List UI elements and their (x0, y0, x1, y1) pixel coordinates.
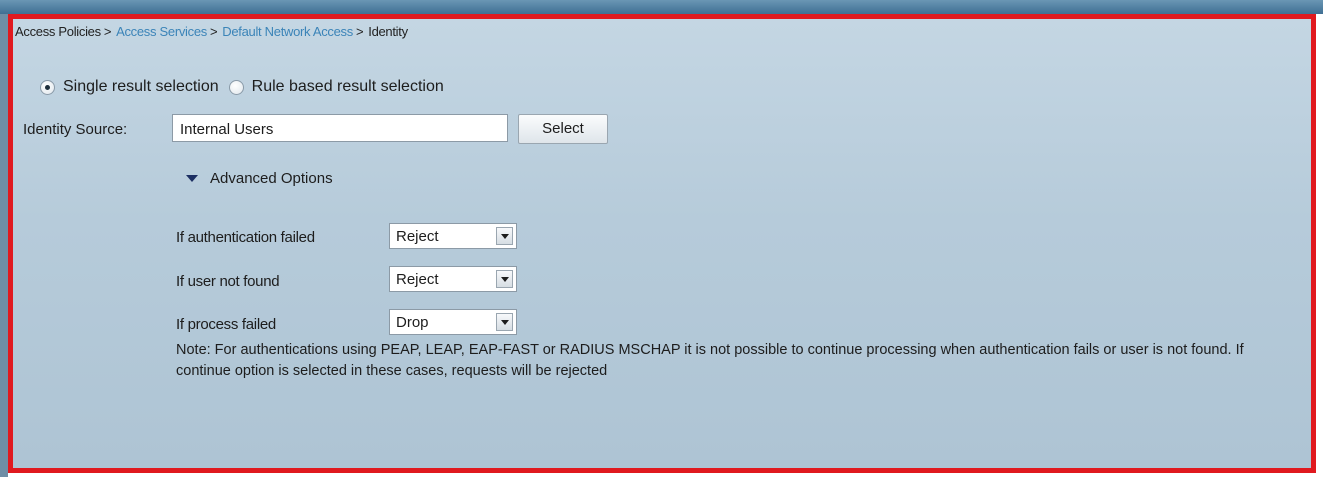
advanced-options-label: Advanced Options (210, 170, 333, 187)
advanced-options-toggle[interactable]: Advanced Options (186, 170, 333, 187)
breadcrumb-separator: > (209, 24, 218, 39)
identity-source-label: Identity Source: (23, 121, 128, 138)
window-left-edge (0, 14, 8, 477)
breadcrumb-default-network-access[interactable]: Default Network Access (222, 24, 353, 39)
advanced-options-note: Note: For authentications using PEAP, LE… (176, 342, 1244, 379)
dropdown-arrow-icon[interactable] (496, 227, 513, 245)
user-not-found-value: Reject (396, 271, 439, 288)
user-not-found-label: If user not found (176, 273, 280, 290)
single-result-radio[interactable] (40, 79, 55, 95)
expand-triangle-icon (186, 175, 198, 182)
dropdown-arrow-icon[interactable] (496, 270, 513, 288)
process-failed-label: If process failed (176, 316, 276, 333)
window-top-bar (0, 0, 1323, 14)
process-failed-value: Drop (396, 314, 429, 331)
single-result-label[interactable]: Single result selection (63, 78, 219, 96)
breadcrumb-access-services[interactable]: Access Services (116, 24, 207, 39)
breadcrumb-access-policies: Access Policies (15, 24, 101, 39)
rule-based-result-radio[interactable] (228, 79, 244, 95)
result-selection-group: Single result selection Rule based resul… (40, 78, 454, 96)
auth-failed-value: Reject (396, 228, 439, 245)
breadcrumb: Access Policies > Access Services > Default … (15, 24, 408, 39)
rule-based-result-label[interactable]: Rule based result selection (252, 78, 444, 96)
process-failed-dropdown[interactable]: Drop (389, 309, 517, 335)
auth-failed-dropdown[interactable]: Reject (389, 223, 517, 249)
user-not-found-dropdown[interactable]: Reject (389, 266, 517, 292)
breadcrumb-separator: > (103, 24, 112, 39)
breadcrumb-separator: > (355, 24, 364, 39)
breadcrumb-identity: Identity (368, 24, 408, 39)
identity-source-input[interactable]: Internal Users (172, 114, 508, 142)
dropdown-arrow-icon[interactable] (496, 313, 513, 331)
select-button[interactable]: Select (518, 114, 608, 144)
auth-failed-label: If authentication failed (176, 229, 315, 246)
